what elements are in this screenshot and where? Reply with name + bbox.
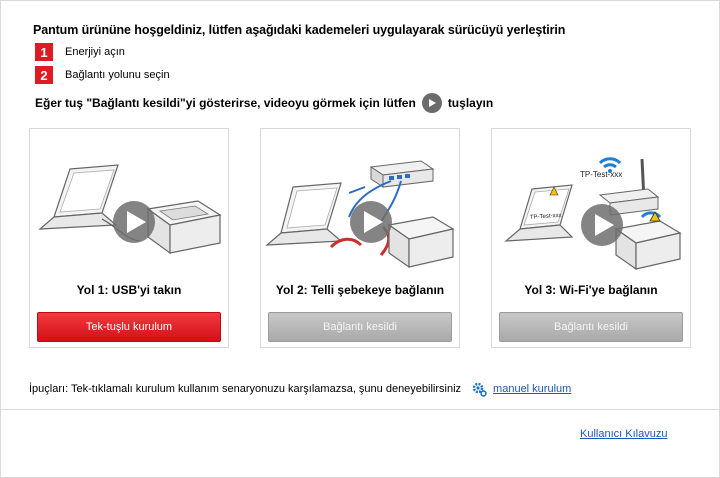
- step-label: Enerjiyi açın: [65, 46, 125, 58]
- wifi-illustration-icon: TP-Test-xxx TP-Test-xxx: [504, 157, 682, 271]
- card-title: Yol 3: Wi-Fi'ye bağlanın: [524, 283, 658, 297]
- user-manual-link[interactable]: Kullanıcı Kılavuzu: [580, 428, 667, 440]
- step-number-badge: 1: [35, 43, 53, 61]
- video-note-suffix: tuşlayın: [447, 96, 494, 110]
- connection-card-wired: Yol 2: Telli şebekeye bağlanın Bağlantı …: [260, 128, 460, 348]
- manual-install-link[interactable]: manuel kurulum: [493, 383, 571, 395]
- tips-bar: İpuçları: Tek-tıklamalı kurulum kullanım…: [29, 381, 571, 397]
- one-click-install-button[interactable]: Tek-tuşlu kurulum: [37, 312, 221, 342]
- step-1: 1 Enerjiyi açın: [35, 43, 125, 61]
- wired-connection-disconnected-button[interactable]: Bağlantı kesildi: [268, 312, 452, 342]
- router-ssid-label: TP-Test-xxx: [580, 170, 622, 179]
- connection-card-wifi: TP-Test-xxx TP-Test-xxx Yol 3: Wi-Fi'ye …: [491, 128, 691, 348]
- card-title: Yol 1: USB'yi takın: [76, 283, 182, 297]
- gear-icon: [471, 381, 487, 397]
- play-icon: [421, 93, 442, 113]
- wired-network-illustration-icon: [265, 160, 455, 269]
- wifi-connection-disconnected-button[interactable]: Bağlantı kesildi: [499, 312, 683, 342]
- video-note-text: Eğer tuş "Bağlantı kesildi"yi gösterirse…: [35, 96, 416, 110]
- tips-text: İpuçları: Tek-tıklamalı kurulum kullanım…: [29, 383, 462, 395]
- step-2: 2 Bağlantı yolunu seçin: [35, 66, 170, 84]
- step-number-badge: 2: [35, 66, 53, 84]
- welcome-heading: Pantum ürününe hoşgeldiniz, lütfen aşağı…: [33, 23, 566, 37]
- footer-divider: [1, 409, 719, 410]
- usb-illustration-icon: [38, 164, 222, 255]
- card-title: Yol 2: Telli şebekeye bağlanın: [275, 283, 445, 297]
- connection-card-usb: Yol 1: USB'yi takın Tek-tuşlu kurulum: [29, 128, 229, 348]
- step-label: Bağlantı yolunu seçin: [65, 69, 170, 81]
- video-note: Eğer tuş "Bağlantı kesildi"yi gösterirse…: [35, 93, 493, 113]
